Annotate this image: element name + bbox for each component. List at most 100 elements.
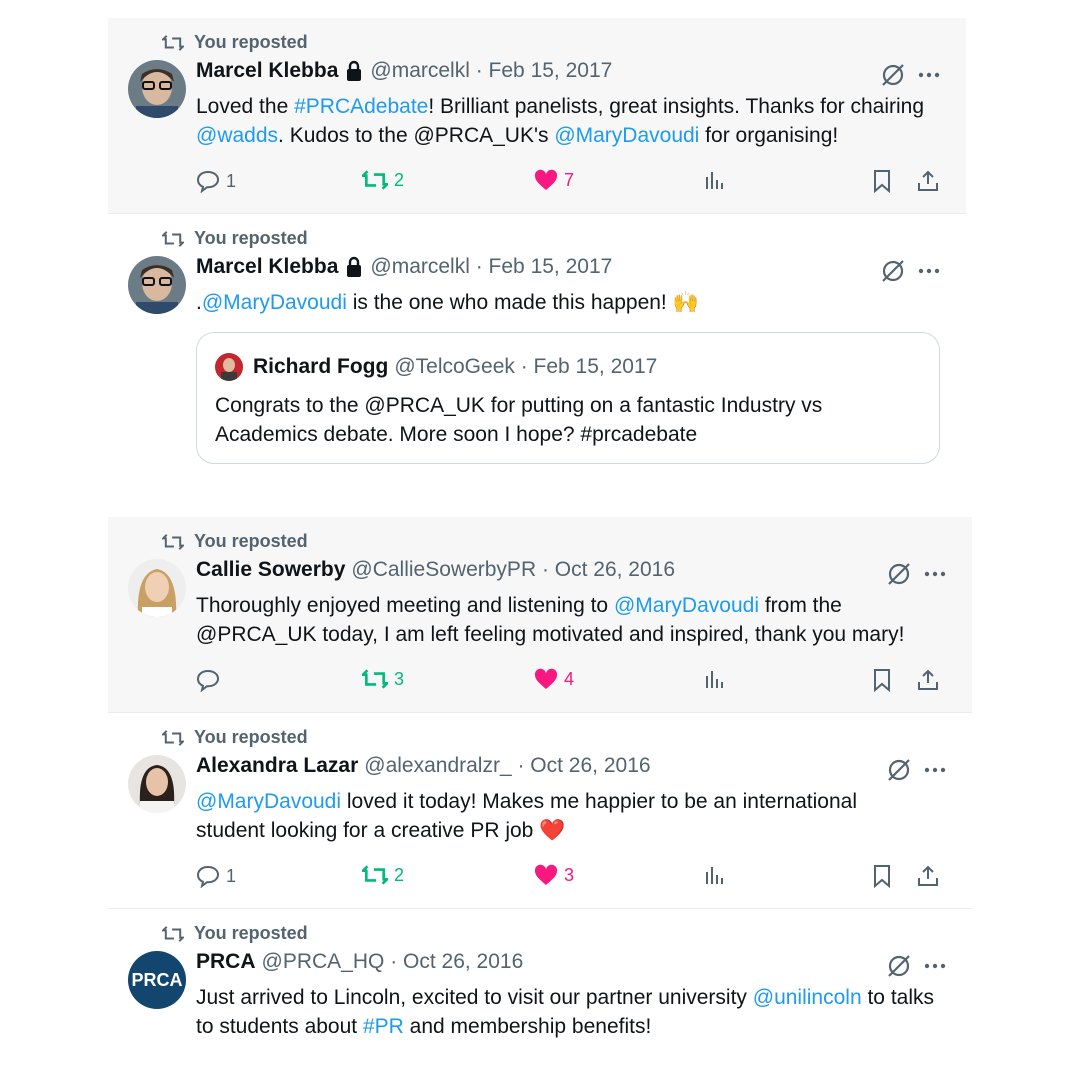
grok-icon[interactable]	[886, 757, 912, 783]
views-icon	[706, 867, 723, 884]
author-name[interactable]: Marcel Klebba	[196, 255, 338, 279]
share-button[interactable]	[916, 668, 940, 692]
repost-indicator: You reposted	[162, 32, 308, 53]
like-button[interactable]: 3	[534, 864, 574, 886]
tweet-text: Thoroughly enjoyed meeting and listening…	[196, 594, 905, 646]
repost-small-icon	[162, 230, 184, 247]
more-icon[interactable]	[924, 561, 946, 587]
grok-icon[interactable]	[880, 62, 906, 88]
quote-header: Richard Fogg @TelcoGeek · Feb 15, 2017	[215, 353, 657, 381]
reply-button[interactable]	[196, 668, 226, 692]
quote-text: Congrats to the @PRCA_UK for putting on …	[215, 394, 823, 446]
repost-small-icon	[162, 34, 184, 51]
author-name[interactable]: Marcel Klebba	[196, 59, 338, 83]
repost-label: You reposted	[194, 228, 308, 248]
repost-indicator: You reposted	[162, 228, 308, 249]
repost-indicator: You reposted	[162, 923, 308, 944]
tweet-text: .@MaryDavoudi is the one who made this h…	[196, 291, 699, 314]
author-meta[interactable]: @marcelkl · Feb 15, 2017	[370, 59, 612, 83]
like-button[interactable]: 7	[534, 169, 574, 191]
reply-icon	[196, 669, 220, 692]
views-icon	[706, 172, 723, 189]
views-button[interactable]	[704, 169, 726, 191]
author-meta[interactable]: @alexandralzr_ · Oct 26, 2016	[364, 754, 650, 778]
action-bar: 1 2 3	[196, 864, 950, 890]
mention-link[interactable]: @MaryDavoudi	[196, 790, 341, 813]
mention-link[interactable]: @MaryDavoudi	[614, 594, 759, 617]
reply-icon	[196, 865, 220, 888]
views-button[interactable]	[704, 864, 726, 886]
repost-indicator: You reposted	[162, 727, 308, 748]
tweet-marcel-1[interactable]: You reposted Marcel Klebba @marcelkl · F…	[108, 18, 966, 214]
author-name[interactable]: Alexandra Lazar	[196, 754, 358, 778]
prca-logo-text: PRCA	[131, 969, 183, 990]
views-button[interactable]	[704, 668, 726, 690]
bookmark-button[interactable]	[872, 169, 892, 193]
lock-icon	[347, 256, 362, 277]
reply-button[interactable]: 1	[196, 169, 236, 193]
avatar-marcel[interactable]	[128, 256, 186, 314]
repost-small-icon	[162, 925, 184, 942]
reply-icon	[196, 170, 220, 193]
tweet-text: @MaryDavoudi loved it today! Makes me ha…	[196, 790, 858, 842]
repost-small-icon	[162, 533, 184, 550]
views-icon	[706, 671, 723, 688]
mention-link[interactable]: @unilincoln	[753, 986, 862, 1009]
avatar-marcel[interactable]	[128, 60, 186, 118]
author-name[interactable]: PRCA	[196, 950, 256, 974]
repost-icon	[362, 865, 388, 885]
hashtag-link[interactable]: #PRCAdebate	[294, 95, 428, 118]
repost-label: You reposted	[194, 923, 308, 943]
repost-button[interactable]: 2	[362, 169, 404, 191]
tweet-alexandra[interactable]: You reposted Alexandra Lazar @alexandral…	[108, 713, 972, 909]
grok-icon[interactable]	[886, 561, 912, 587]
timeline-panel-2: You reposted Callie Sowerby @CallieSower…	[108, 517, 972, 1044]
quote-author-meta: @TelcoGeek · Feb 15, 2017	[394, 355, 658, 378]
tweet-prca[interactable]: You reposted PRCA PRCA @PRCA_HQ · Oct 26…	[108, 909, 972, 1044]
author-meta[interactable]: @marcelkl · Feb 15, 2017	[370, 255, 612, 279]
author-meta[interactable]: @CallieSowerbyPR · Oct 26, 2016	[351, 558, 675, 582]
hashtag-link[interactable]: #PR	[363, 1015, 404, 1038]
tweet-marcel-2[interactable]: You reposted Marcel Klebba @marcelkl · F…	[108, 214, 966, 480]
repost-label: You reposted	[194, 727, 308, 747]
more-icon[interactable]	[924, 953, 946, 979]
mention-link[interactable]: @MaryDavoudi	[202, 291, 347, 314]
repost-button[interactable]: 2	[362, 864, 404, 886]
tweet-header: Marcel Klebba @marcelkl · Feb 15, 2017	[196, 59, 612, 83]
bookmark-icon	[874, 170, 890, 193]
author-name[interactable]: Callie Sowerby	[196, 558, 345, 582]
tweet-header: Marcel Klebba @marcelkl · Feb 15, 2017	[196, 255, 612, 279]
repost-indicator: You reposted	[162, 531, 308, 552]
share-icon	[918, 865, 938, 886]
mention-link[interactable]: @wadds	[196, 124, 278, 147]
more-icon[interactable]	[924, 757, 946, 783]
like-button[interactable]: 4	[534, 668, 574, 690]
repost-icon	[362, 170, 388, 190]
avatar-callie[interactable]	[128, 559, 186, 617]
heart-icon	[534, 169, 558, 190]
action-bar: 3 4	[196, 668, 950, 694]
share-icon	[918, 170, 938, 191]
avatar-alexandra[interactable]	[128, 755, 186, 813]
share-button[interactable]	[916, 864, 940, 888]
share-button[interactable]	[916, 169, 940, 193]
reply-button[interactable]: 1	[196, 864, 236, 888]
tweet-callie[interactable]: You reposted Callie Sowerby @CallieSower…	[108, 517, 972, 713]
bookmark-button[interactable]	[872, 864, 892, 888]
bookmark-button[interactable]	[872, 668, 892, 692]
mention-link[interactable]: @MaryDavoudi	[554, 124, 699, 147]
author-meta[interactable]: @PRCA_HQ · Oct 26, 2016	[262, 950, 524, 974]
grok-icon[interactable]	[886, 953, 912, 979]
bookmark-icon	[874, 865, 890, 888]
repost-button[interactable]: 3	[362, 668, 404, 690]
quoted-tweet[interactable]: Richard Fogg @TelcoGeek · Feb 15, 2017 C…	[196, 332, 940, 464]
tweet-header: PRCA @PRCA_HQ · Oct 26, 2016	[196, 950, 523, 974]
repost-label: You reposted	[194, 32, 308, 52]
more-icon[interactable]	[918, 258, 940, 284]
tweet-header: Alexandra Lazar @alexandralzr_ · Oct 26,…	[196, 754, 651, 778]
grok-icon[interactable]	[880, 258, 906, 284]
timeline-panel-1: You reposted Marcel Klebba @marcelkl · F…	[108, 18, 966, 480]
share-icon	[918, 669, 938, 690]
more-icon[interactable]	[918, 62, 940, 88]
avatar-prca[interactable]: PRCA	[128, 951, 186, 1009]
